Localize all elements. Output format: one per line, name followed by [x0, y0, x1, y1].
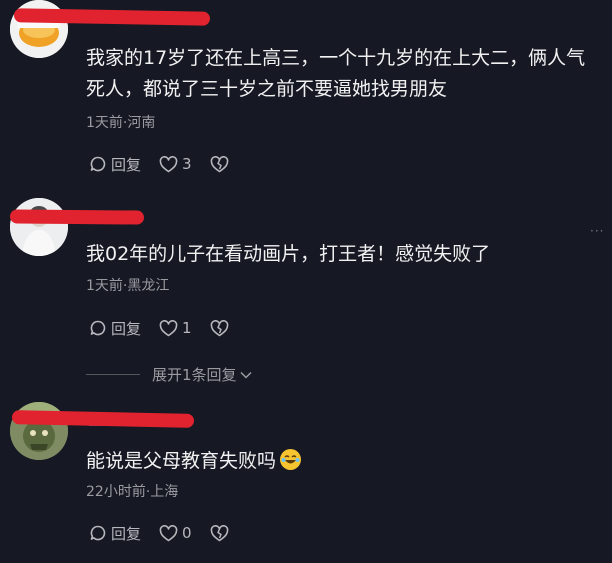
- like-count: 1: [182, 319, 192, 337]
- comment-actions: 回复 3: [89, 153, 247, 175]
- like-button[interactable]: 0: [159, 524, 192, 542]
- like-button[interactable]: 3: [159, 155, 192, 173]
- more-options-button[interactable]: ···: [590, 224, 604, 238]
- comment-text: 能说是父母教育失败吗: [86, 446, 601, 477]
- broken-heart-icon: [210, 524, 228, 541]
- reply-icon: [90, 156, 106, 172]
- name-redaction: [9, 209, 145, 225]
- reply-button[interactable]: 回复: [89, 523, 141, 544]
- comment-actions: 回复 1: [89, 317, 247, 339]
- comment-actions: 回复 0: [89, 522, 247, 544]
- comment-text: 我02年的儿子在看动画片，打王者！感觉失败了: [86, 243, 491, 265]
- heart-icon: [159, 524, 178, 541]
- dislike-button[interactable]: [210, 524, 229, 542]
- expand-replies-button[interactable]: 展开1条回复: [86, 364, 252, 385]
- comment-meta: 1天前·黑龙江: [86, 278, 170, 294]
- reply-label: 回复: [111, 524, 142, 543]
- dislike-button[interactable]: [210, 155, 229, 173]
- comment-meta: 22小时前·上海: [86, 484, 179, 500]
- divider: [86, 374, 140, 375]
- comment-text: 我家的17岁了还在上高三，一个十九岁的在上大二，俩人气死人，都说了三十岁之前不要…: [86, 47, 586, 100]
- reply-button[interactable]: 回复: [89, 318, 141, 339]
- heart-icon: [159, 319, 178, 336]
- chevron-down-icon: [240, 371, 252, 379]
- expand-replies-label: 展开1条回复: [152, 366, 237, 384]
- reply-icon: [90, 525, 106, 541]
- reply-button[interactable]: 回复: [89, 154, 141, 175]
- reply-label: 回复: [111, 319, 142, 338]
- reply-label: 回复: [111, 155, 142, 174]
- emoji-face: [280, 449, 301, 470]
- like-button[interactable]: 1: [159, 319, 192, 337]
- heart-icon: [159, 155, 178, 172]
- comment-meta: 1天前·河南: [86, 115, 156, 131]
- reply-icon: [90, 320, 106, 336]
- comment-text-content: 能说是父母教育失败吗: [86, 450, 277, 472]
- avatar-image: [10, 198, 68, 256]
- like-count: 0: [182, 524, 192, 542]
- laughing-crying-emoji-icon: [280, 449, 302, 470]
- broken-heart-icon: [210, 155, 228, 172]
- like-count: 3: [182, 155, 192, 173]
- dislike-button[interactable]: [210, 319, 229, 337]
- avatar[interactable]: [10, 198, 68, 256]
- broken-heart-icon: [210, 319, 228, 336]
